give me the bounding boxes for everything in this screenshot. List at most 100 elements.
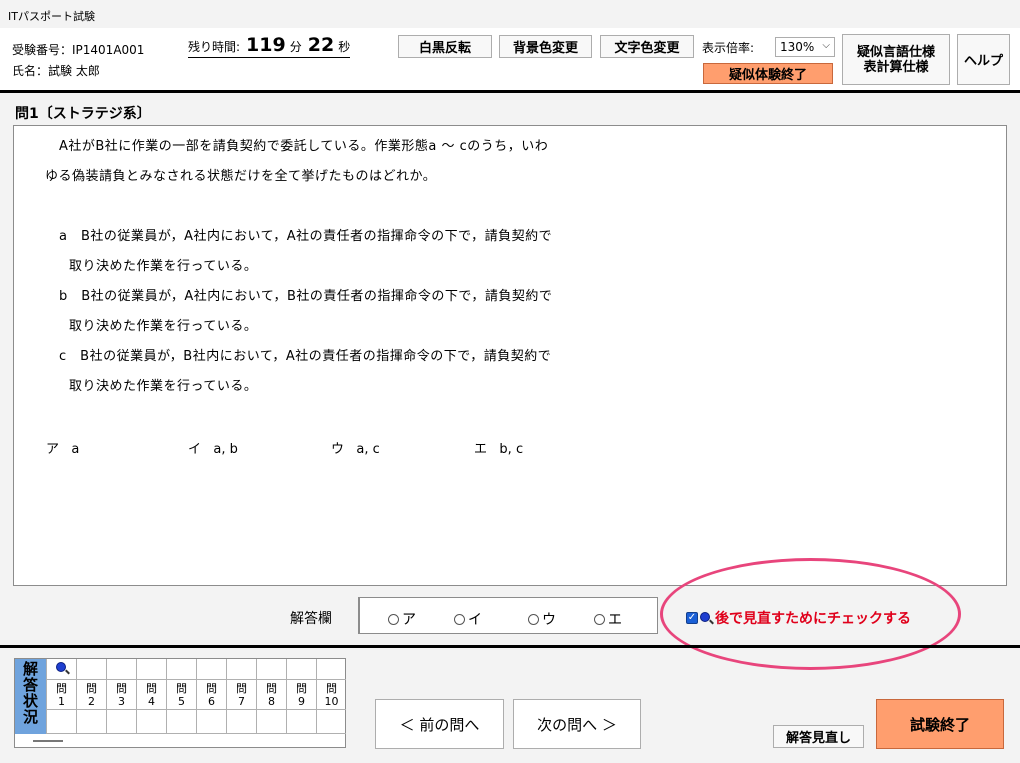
status-cell-marker[interactable] xyxy=(196,659,226,680)
radio-circle-icon xyxy=(528,613,539,625)
option-key: エ xyxy=(474,442,488,457)
status-cell-marker[interactable] xyxy=(76,659,106,680)
status-cell-marker[interactable] xyxy=(286,659,316,680)
status-cell-number: 9 xyxy=(298,695,305,708)
question-text-line: ゆる偽装請負とみなされる状態だけを全て挙げたものはどれか。 xyxy=(45,169,437,184)
timer-label: 残り時間: xyxy=(188,40,241,54)
grid-scrollbar[interactable] xyxy=(33,740,63,742)
status-cell-question[interactable]: 問8 xyxy=(256,680,286,710)
question-panel[interactable]: A社がB社に作業の一部を請負契約で委託している。作業形態a 〜 cのうち，いわ … xyxy=(13,125,1007,586)
status-cell-question[interactable]: 問1 xyxy=(46,680,76,710)
status-cell-question[interactable]: 問6 xyxy=(196,680,226,710)
radio-circle-icon xyxy=(594,613,605,625)
status-cell-marker[interactable] xyxy=(256,659,286,680)
status-cell-answer[interactable] xyxy=(106,710,136,734)
status-cell-number: 10 xyxy=(324,695,339,708)
timer-minutes: 119 xyxy=(246,34,286,56)
status-cell-number: 4 xyxy=(148,695,155,708)
option-e: エ b, c xyxy=(474,438,523,457)
status-cell-label: 問 xyxy=(236,682,247,695)
background-color-button[interactable]: 背景色変更 xyxy=(499,35,592,58)
status-cell-marker[interactable] xyxy=(136,659,166,680)
status-cell-answer[interactable] xyxy=(316,710,346,734)
radio-label: ウ xyxy=(542,612,556,628)
status-cell-label: 問 xyxy=(146,682,157,695)
option-u: ウ a, c xyxy=(331,438,380,457)
status-cell-answer[interactable] xyxy=(136,710,166,734)
answer-status-header: 解答状況 xyxy=(15,659,46,734)
status-cell-answer[interactable] xyxy=(46,710,76,734)
status-cell-label: 問 xyxy=(206,682,217,695)
status-cell-question[interactable]: 問 10 xyxy=(316,680,346,710)
pseudo-language-spec-button[interactable]: 疑似言語仕様 表計算仕様 xyxy=(842,34,950,85)
status-cell-marker[interactable] xyxy=(316,659,346,680)
timer-sec-unit: 秒 xyxy=(338,40,351,54)
radio-label: イ xyxy=(468,612,482,628)
status-cell-number: 2 xyxy=(88,695,95,708)
status-cell-answer[interactable] xyxy=(166,710,196,734)
exam-number: 受験番号：IP1401A001 xyxy=(12,43,145,57)
status-cell-answer[interactable] xyxy=(196,710,226,734)
answer-radio-e[interactable]: エ xyxy=(594,609,622,629)
status-cell-answer[interactable] xyxy=(226,710,256,734)
status-cell-label: 問 xyxy=(56,682,67,695)
checkbox-checked-icon: ✓ xyxy=(686,612,698,624)
header-bar: 受験番号：IP1401A001 氏名：試験 太郎 残り時間: 119 分 22 秒 白黒… xyxy=(0,28,1020,90)
question-title: 問1〔ストラテジ系〕 xyxy=(15,106,151,122)
end-simulation-button[interactable]: 疑似体験終了 xyxy=(703,63,833,84)
finish-exam-button[interactable]: 試験終了 xyxy=(876,699,1004,749)
remaining-time: 残り時間: 119 分 22 秒 xyxy=(188,34,351,58)
prev-question-button[interactable]: ＜ 前の問へ xyxy=(375,699,504,749)
option-value: b, c xyxy=(499,442,524,457)
next-question-button[interactable]: 次の問へ ＞ xyxy=(513,699,641,749)
radio-label: エ xyxy=(608,612,622,628)
zoom-select[interactable]: 130% ⌵ xyxy=(775,37,835,57)
answer-field-label: 解答欄 xyxy=(290,611,332,627)
status-cell-marker[interactable] xyxy=(166,659,196,680)
status-cell-answer[interactable] xyxy=(256,710,286,734)
option-value: a, b xyxy=(213,442,238,457)
status-cell-label: 問 xyxy=(266,682,277,695)
zoom-value: 130% xyxy=(780,40,815,54)
answer-radio-i[interactable]: イ xyxy=(454,609,482,629)
status-cell-question[interactable]: 問7 xyxy=(226,680,256,710)
text-color-button[interactable]: 文字色変更 xyxy=(600,35,694,58)
status-cell-question[interactable]: 問9 xyxy=(286,680,316,710)
timer-seconds: 22 xyxy=(307,34,335,56)
review-answers-button[interactable]: 解答見直し xyxy=(773,725,864,748)
examinee-name: 氏名：試験 太郎 xyxy=(12,64,100,78)
question-item-line: c B社の従業員が，B社内において，A社の責任者の指揮命令の下で，請負契約で xyxy=(59,349,552,364)
invert-colors-button[interactable]: 白黒反転 xyxy=(398,35,492,58)
question-text-line: A社がB社に作業の一部を請負契約で委託している。作業形態a 〜 cのうち，いわ xyxy=(59,139,549,154)
status-cell-question[interactable]: 問4 xyxy=(136,680,166,710)
answer-radio-a[interactable]: ア xyxy=(388,609,416,629)
status-cell-answer[interactable] xyxy=(286,710,316,734)
option-i: イ a, b xyxy=(188,438,238,457)
answer-status-title: 解答状況 xyxy=(22,660,38,726)
status-cell-number: 7 xyxy=(238,695,245,708)
radio-circle-icon xyxy=(454,613,465,625)
status-cell-marker[interactable] xyxy=(106,659,136,680)
status-cell-question[interactable]: 問2 xyxy=(76,680,106,710)
status-cell-number: 5 xyxy=(178,695,185,708)
status-cell-number: 3 xyxy=(118,695,125,708)
status-cell-answer[interactable] xyxy=(76,710,106,734)
option-value: a, c xyxy=(356,442,380,457)
option-key: ウ xyxy=(331,442,345,457)
option-value: a xyxy=(71,442,80,457)
review-later-label: 後で見直すためにチェックする xyxy=(715,611,911,627)
status-cell-question[interactable]: 問5 xyxy=(166,680,196,710)
status-cell-marker[interactable] xyxy=(226,659,256,680)
question-item-line: b B社の従業員が，A社内において，B社の責任者の指揮命令の下で，請負契約で xyxy=(59,289,553,304)
review-later-checkbox[interactable]: ✓ 後で見直すためにチェックする xyxy=(686,608,911,628)
magnifier-icon xyxy=(700,611,713,625)
status-cell-label: 問 xyxy=(296,682,307,695)
help-button[interactable]: ヘルプ xyxy=(957,34,1010,85)
status-cell-number: 6 xyxy=(208,695,215,708)
status-cell-number: 8 xyxy=(268,695,275,708)
question-item-line: 取り決めた作業を行っている。 xyxy=(69,259,258,274)
status-cell-question[interactable]: 問3 xyxy=(106,680,136,710)
status-cell-marker[interactable] xyxy=(46,659,76,680)
answer-radio-u[interactable]: ウ xyxy=(528,609,556,629)
question-item-line: 取り決めた作業を行っている。 xyxy=(69,379,258,394)
